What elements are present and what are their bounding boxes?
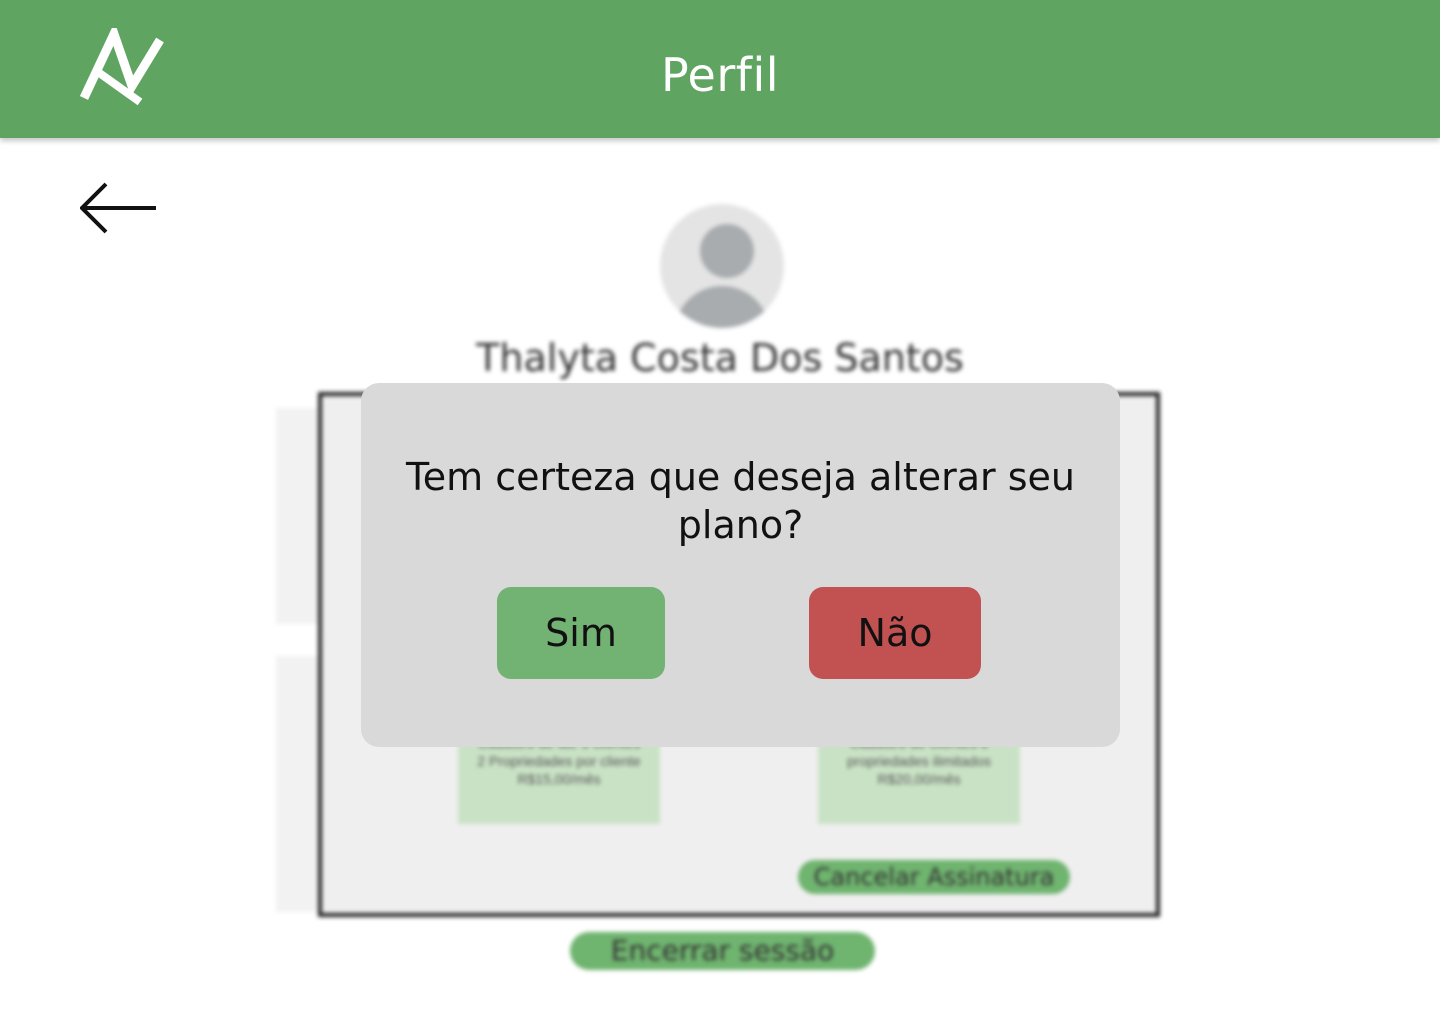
user-name: Thalyta Costa Dos Santos <box>476 336 964 380</box>
confirm-no-button[interactable]: Não <box>809 587 981 679</box>
confirm-yes-button[interactable]: Sim <box>497 587 665 679</box>
plan-card-premium[interactable]: Cadastro de clientes e propriedades ilim… <box>818 734 1020 824</box>
user-avatar-icon <box>660 204 784 328</box>
cancel-subscription-button[interactable]: Cancelar Assinatura <box>798 860 1070 894</box>
plan-line: propriedades ilimitados <box>847 753 991 769</box>
plan-line: 2 Propriedades por cliente <box>477 753 641 769</box>
plan-price: R$20,00/mês <box>877 771 961 787</box>
page-title: Perfil <box>660 48 780 102</box>
confirm-dialog: Tem certeza que deseja alterar seu plano… <box>361 383 1120 747</box>
dialog-message: Tem certeza que deseja alterar seu plano… <box>406 455 1075 547</box>
app-header: Perfil <box>0 0 1440 138</box>
side-panel <box>276 408 320 624</box>
side-panel <box>276 656 320 912</box>
logout-button[interactable]: Encerrar sessão <box>570 932 875 970</box>
plan-card-basic[interactable]: Cadastro de até 3 clientes 2 Propriedade… <box>458 734 660 824</box>
plan-price: R$15,00/mês <box>517 771 601 787</box>
